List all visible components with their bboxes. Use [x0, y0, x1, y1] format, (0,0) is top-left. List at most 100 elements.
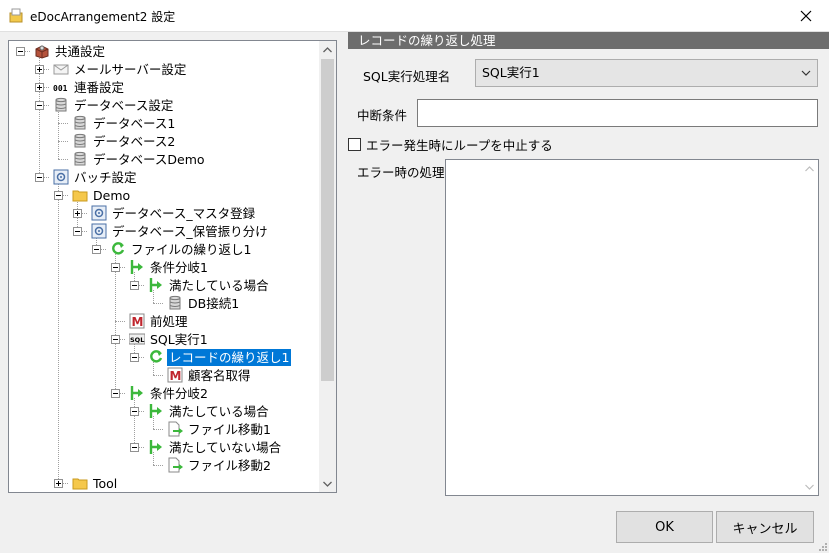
textarea-scrollbar[interactable] — [801, 160, 818, 495]
tree-item-label: Tool — [93, 475, 118, 491]
loop-icon — [148, 349, 164, 365]
expand-icon[interactable] — [73, 209, 82, 218]
tree-item[interactable]: データベース2 — [72, 132, 177, 150]
tree-connector — [58, 123, 68, 124]
tree-item[interactable]: データベースDemo — [72, 150, 207, 168]
tree-item[interactable]: 条件分岐2 — [129, 384, 210, 402]
collapse-icon[interactable] — [54, 191, 63, 200]
expand-icon[interactable] — [35, 83, 44, 92]
tree-item-label: メールサーバー設定 — [74, 61, 187, 77]
branch-arrow-icon — [148, 403, 164, 419]
sql-process-label: SQL実行処理名 — [363, 69, 451, 84]
interrupt-condition-label: 中断条件 — [357, 108, 408, 123]
collapse-icon[interactable] — [35, 101, 44, 110]
tree-item[interactable]: レコードの繰り返し1 — [148, 348, 292, 366]
folder-icon — [72, 475, 88, 491]
tree-connector — [134, 411, 135, 447]
expand-icon[interactable] — [54, 479, 63, 488]
close-button[interactable] — [783, 0, 829, 32]
error-handling-textarea[interactable] — [445, 159, 819, 496]
app-icon — [9, 8, 23, 23]
tree-connector — [153, 375, 163, 376]
collapse-icon[interactable] — [111, 389, 120, 398]
tree-item[interactable]: Demo — [72, 186, 132, 204]
tree-item[interactable]: M 前処理 — [129, 312, 190, 330]
collapse-icon[interactable] — [92, 245, 101, 254]
tree-connector — [39, 105, 40, 177]
tree-item-label: ファイルの繰り返し1 — [131, 241, 252, 257]
tree-connector — [153, 429, 163, 430]
file-move-icon — [167, 457, 183, 473]
sql-icon: SQL — [128, 331, 146, 347]
loop-icon — [110, 241, 126, 257]
collapse-icon[interactable] — [73, 227, 82, 236]
title-bar: eDocArrangement2 設定 — [0, 0, 829, 32]
collapse-icon[interactable] — [16, 47, 25, 56]
collapse-icon[interactable] — [111, 335, 120, 344]
stop-on-error-checkbox[interactable] — [348, 138, 361, 151]
expand-icon[interactable] — [35, 65, 44, 74]
tree-item-label: 条件分岐2 — [150, 385, 208, 401]
tree-item-label: データベース_マスタ登録 — [112, 205, 256, 221]
tree-item-label: ファイル移動1 — [188, 421, 271, 437]
settings-tree[interactable]: 共通設定 メールサーバー設定 001 連番設定 データベース設定 データベース1 データベー… — [8, 40, 337, 493]
collapse-icon[interactable] — [35, 173, 44, 182]
tree-item-label: データベースDemo — [93, 151, 205, 167]
tree-item-label: SQL実行1 — [150, 331, 208, 347]
scroll-down-icon[interactable] — [319, 475, 336, 492]
tree-item-label: 満たしていない場合 — [169, 439, 282, 455]
tree-item[interactable]: ファイルの繰り返し1 — [110, 240, 253, 258]
scroll-up-icon[interactable] — [319, 41, 336, 58]
collapse-icon[interactable] — [111, 263, 120, 272]
scroll-thumb[interactable] — [321, 59, 334, 381]
tree-item[interactable]: ファイル移動1 — [167, 420, 273, 438]
collapse-icon[interactable] — [130, 353, 139, 362]
tree-item-label: データベース_保管振り分け — [112, 223, 268, 239]
ok-button[interactable]: OK — [616, 511, 713, 543]
error-handling-label: エラー時の処理 — [357, 165, 445, 180]
tree-item[interactable]: バッチ設定 — [53, 168, 139, 186]
svg-text:001: 001 — [53, 84, 68, 93]
collapse-icon[interactable] — [130, 281, 139, 290]
tree-item[interactable]: SQL SQL実行1 — [128, 330, 210, 348]
tree-item-label: バッチ設定 — [74, 169, 137, 185]
tree-item[interactable]: 満たしていない場合 — [148, 438, 283, 456]
tree-item-label: 満たしている場合 — [169, 277, 269, 293]
tree-item[interactable]: 001 連番設定 — [53, 78, 126, 96]
tree-item[interactable]: メールサーバー設定 — [53, 60, 188, 78]
tree-item[interactable]: ファイル移動2 — [167, 456, 273, 474]
tree-item[interactable]: M 顧客名取得 — [167, 366, 253, 384]
number-001-icon: 001 — [53, 79, 69, 95]
scroll-up-icon[interactable] — [801, 160, 818, 177]
tree-connector — [115, 321, 125, 322]
tree-item[interactable]: DB接続1 — [167, 294, 241, 312]
resize-grip-icon[interactable] — [817, 541, 827, 551]
sql-process-select[interactable]: SQL実行1 — [475, 59, 818, 87]
tree-item[interactable]: データベース_マスタ登録 — [91, 204, 257, 222]
collapse-icon[interactable] — [130, 443, 139, 452]
stop-on-error-label[interactable]: エラー発生時にループを中止する — [366, 135, 553, 154]
tree-item-label: ファイル移動2 — [188, 457, 271, 473]
stop-on-error-row[interactable]: エラー発生時にループを中止する — [348, 135, 553, 154]
collapse-icon[interactable] — [130, 407, 139, 416]
tree-item-label: データベース1 — [93, 115, 176, 131]
tree-item-label: 顧客名取得 — [188, 367, 251, 383]
interrupt-condition-input[interactable] — [417, 99, 818, 127]
tree-item[interactable]: 満たしている場合 — [148, 276, 271, 294]
tree-item[interactable]: データベース1 — [72, 114, 177, 132]
tree-item[interactable]: データベース_保管振り分け — [91, 222, 270, 240]
tree-item[interactable]: データベース設定 — [53, 96, 175, 114]
scroll-down-icon[interactable] — [801, 478, 818, 495]
folder-icon — [72, 187, 88, 203]
macro-m-icon: M — [129, 313, 145, 329]
cancel-button[interactable]: キャンセル — [716, 511, 814, 543]
svg-text:SQL: SQL — [130, 336, 144, 344]
tree-item[interactable]: Tool — [72, 474, 119, 492]
tree-scrollbar[interactable] — [319, 41, 336, 492]
tree-item[interactable]: 満たしている場合 — [148, 402, 271, 420]
tree-item[interactable]: 共通設定 — [34, 42, 107, 60]
tree-item[interactable]: 条件分岐1 — [129, 258, 210, 276]
svg-text:M: M — [132, 315, 144, 329]
branch-arrow-icon — [129, 385, 145, 401]
database-icon — [167, 295, 183, 311]
